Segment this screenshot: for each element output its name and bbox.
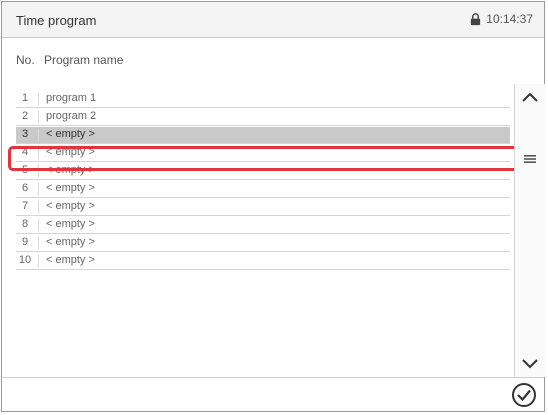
scroll-down-button[interactable] [515,351,545,377]
program-name: < empty > [46,236,95,248]
column-divider [38,129,39,141]
time-program-screen: Time program 10:14:37 No. Program name 1… [1,1,545,412]
program-name: < empty > [46,128,95,140]
list-item[interactable]: 10 < empty > [16,253,510,270]
column-divider [38,111,39,123]
scroll-up-button[interactable] [515,84,545,110]
program-number: 7 [21,200,29,212]
list-item[interactable]: 3 < empty > [16,127,510,144]
scroll-handle[interactable] [515,146,545,172]
checkmark-circle-icon[interactable] [511,382,537,408]
column-divider [38,201,39,213]
column-divider [38,255,39,267]
lock-icon [471,12,481,25]
table-header: No. Program name [2,53,544,73]
status-area: 10:14:37 [469,12,533,26]
header-no: No. [16,53,35,67]
column-divider [38,93,39,105]
list-item[interactable]: 7 < empty > [16,199,510,216]
title-bar: Time program 10:14:37 [2,2,544,38]
list-item[interactable]: 9 < empty > [16,235,510,252]
program-name: < empty > [46,182,95,194]
page-title: Time program [16,13,97,28]
program-number: 8 [21,218,29,230]
list-item[interactable]: 2 program 2 [16,109,510,126]
header-program-name: Program name [44,53,124,67]
program-number: 2 [21,110,29,122]
selection-highlight [8,146,522,171]
column-divider [38,183,39,195]
list-item[interactable]: 1 program 1 [16,91,510,108]
scroll-handle-icon [524,155,536,163]
footer-bar [2,377,544,412]
program-name: program 2 [46,110,97,122]
chevron-up-icon [522,92,538,102]
program-number: 6 [21,182,29,194]
chevron-down-icon [522,359,538,369]
program-number: 1 [21,92,29,104]
program-name: < empty > [46,218,95,230]
list-item[interactable]: 6 < empty > [16,181,510,198]
clock: 10:14:37 [486,12,533,26]
scrollbar[interactable] [514,84,545,377]
program-number: 3 [21,128,29,140]
program-name: < empty > [46,254,95,266]
list-item[interactable]: 8 < empty > [16,217,510,234]
column-divider [38,219,39,231]
program-name: < empty > [46,200,95,212]
program-name: program 1 [46,92,97,104]
program-number: 10 [18,254,32,266]
column-divider [38,237,39,249]
program-number: 9 [21,236,29,248]
